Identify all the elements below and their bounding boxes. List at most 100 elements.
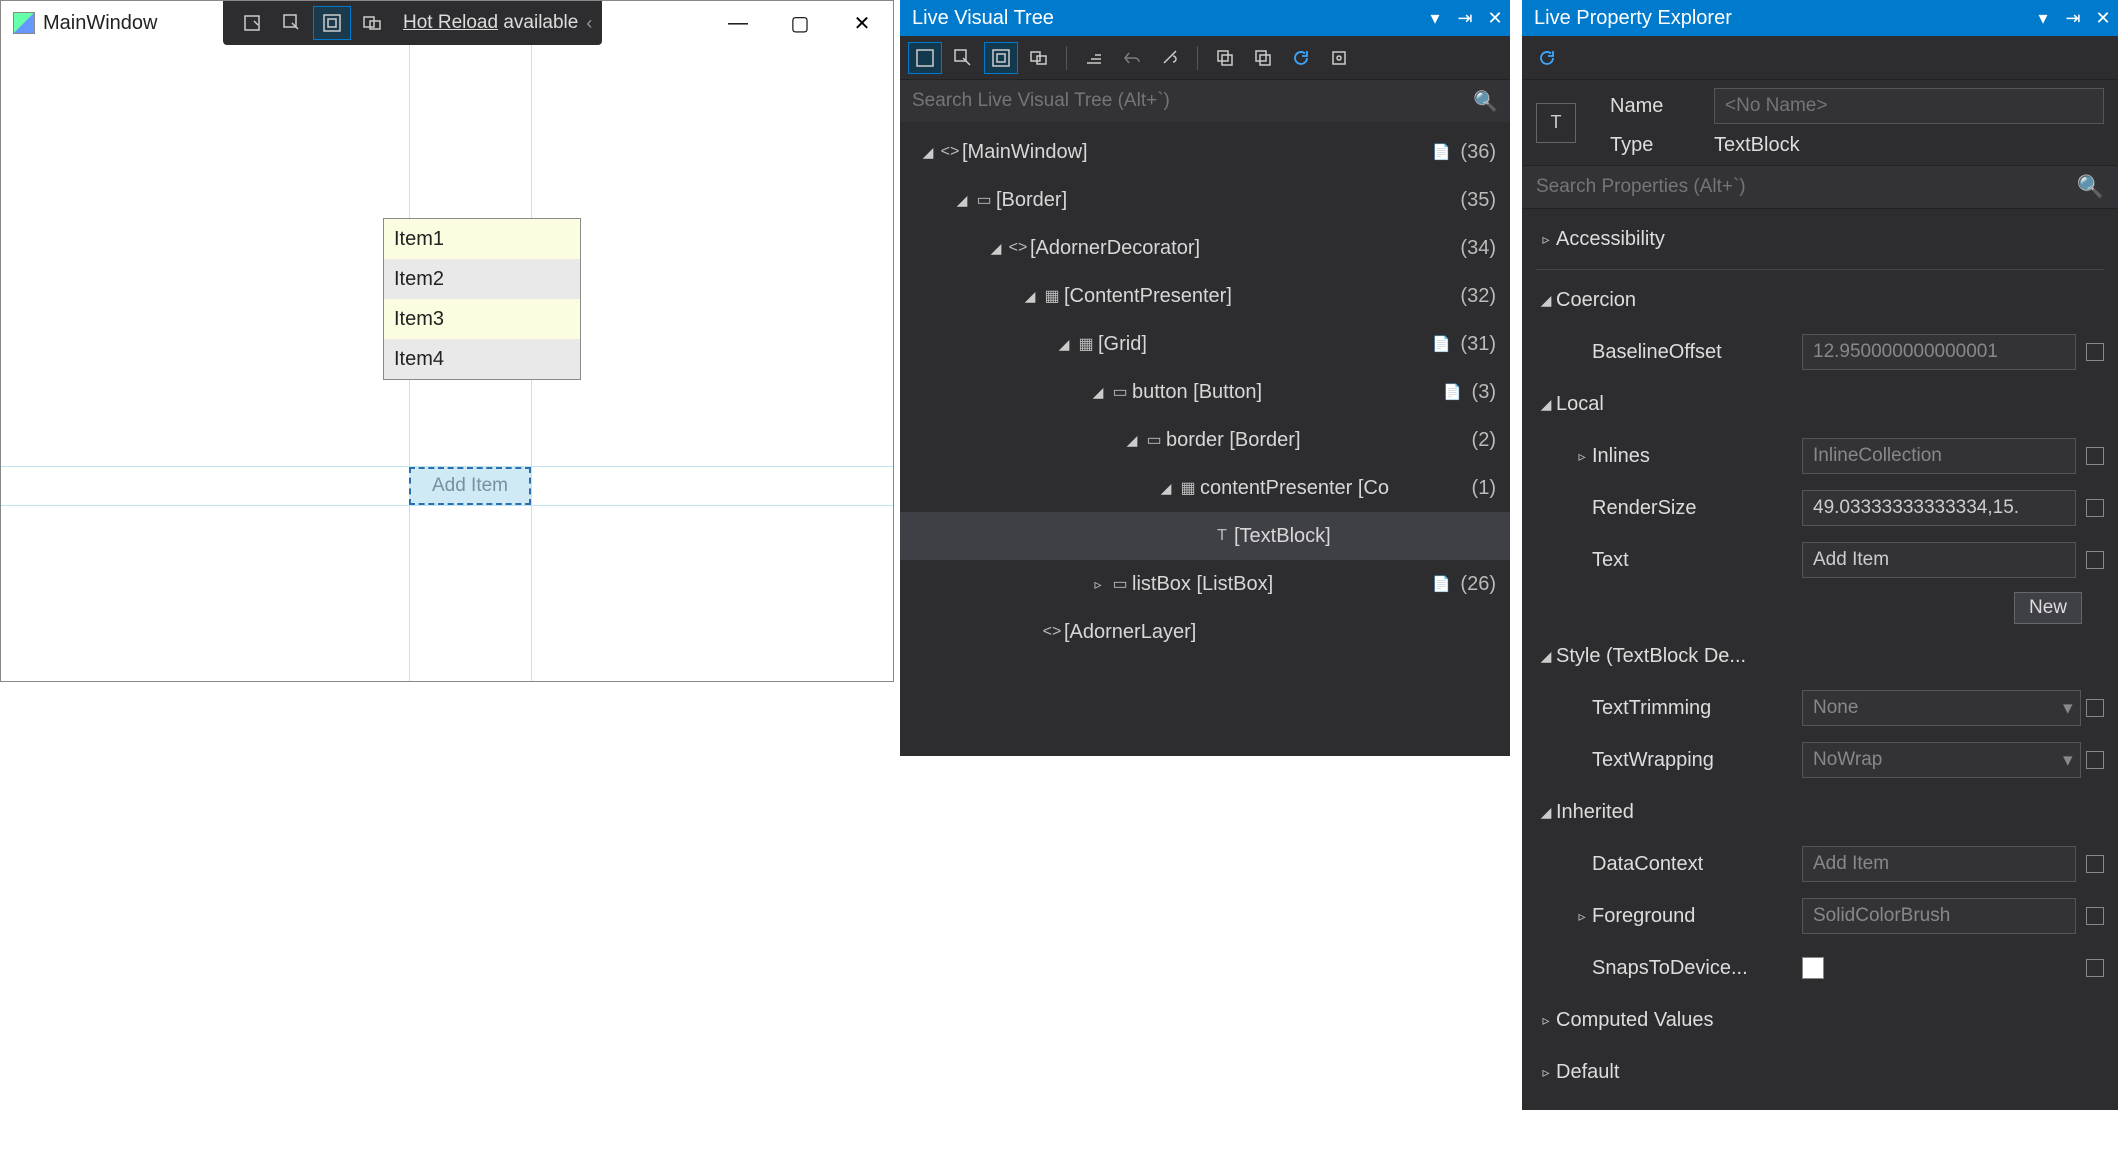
property-value[interactable]: 12.950000000000001 — [1802, 334, 2076, 370]
new-button[interactable]: New — [2014, 592, 2082, 624]
minimize-button[interactable]: — — [707, 1, 769, 45]
close-button[interactable]: ✕ — [831, 1, 893, 45]
property-marker-icon[interactable] — [2086, 447, 2104, 465]
property-marker-icon[interactable] — [2086, 855, 2104, 873]
property-category[interactable]: ◢Style (TextBlock De... — [1522, 630, 2118, 682]
expand-chevron-icon[interactable]: ◢ — [1536, 648, 1556, 665]
refresh-icon[interactable] — [1284, 42, 1318, 74]
expand-chevron-icon[interactable]: ◢ — [986, 240, 1006, 257]
close-icon[interactable]: ✕ — [1480, 8, 1510, 29]
property-value[interactable]: SolidColorBrush — [1802, 898, 2076, 934]
property-value[interactable]: Add Item — [1802, 542, 2076, 578]
expand-chevron-icon[interactable]: ◢ — [1020, 288, 1040, 305]
property-category[interactable]: ▹Default — [1522, 1046, 2118, 1098]
tree-node[interactable]: ◢▦[Grid]📄(31) — [900, 320, 1510, 368]
listbox-item[interactable]: Item3 — [384, 299, 580, 339]
select-element-icon[interactable] — [273, 6, 311, 40]
listbox-item[interactable]: Item2 — [384, 259, 580, 299]
property-marker-icon[interactable] — [2086, 551, 2104, 569]
refresh-icon[interactable] — [1530, 42, 1564, 74]
expand-chevron-icon[interactable]: ◢ — [918, 144, 938, 161]
expand-chevron-icon[interactable]: ◢ — [1156, 480, 1176, 497]
auto-hide-icon[interactable]: ⇥ — [1450, 8, 1480, 29]
expand-chevron-icon[interactable]: ◢ — [1054, 336, 1074, 353]
tree-node[interactable]: ◢▭[Border](35) — [900, 176, 1510, 224]
expand-chevron-icon[interactable]: ◢ — [1536, 396, 1556, 413]
auto-hide-icon[interactable]: ⇥ — [2058, 8, 2088, 29]
expand-chevron-icon[interactable]: ▹ — [1572, 908, 1592, 925]
select-element-icon[interactable] — [946, 42, 980, 74]
expand-chevron-icon[interactable]: ◢ — [952, 192, 972, 209]
lpe-search-input[interactable] — [1536, 176, 2077, 198]
listbox-item[interactable]: Item1 — [384, 219, 580, 259]
expand-all-icon[interactable] — [1246, 42, 1280, 74]
property-category[interactable]: ◢Inherited — [1522, 786, 2118, 838]
chevron-left-icon[interactable]: ‹ — [586, 13, 592, 34]
property-marker-icon[interactable] — [2086, 699, 2104, 717]
property-marker-icon[interactable] — [2086, 499, 2104, 517]
property-value[interactable]: Add Item — [1802, 846, 2076, 882]
view-source-icon[interactable]: 📄 — [1430, 575, 1452, 593]
property-value[interactable]: None — [1802, 690, 2081, 726]
maximize-button[interactable]: ▢ — [769, 1, 831, 45]
display-layout-adorners-icon[interactable] — [984, 42, 1018, 74]
property-category[interactable]: ▹Accessibility — [1522, 213, 2118, 265]
show-in-app-toolbar-icon[interactable] — [908, 42, 942, 74]
expand-chevron-icon[interactable]: ◢ — [1122, 432, 1142, 449]
view-source-icon[interactable]: 📄 — [1430, 143, 1452, 161]
tree-node[interactable]: ◢<>[MainWindow]📄(36) — [900, 128, 1510, 176]
expand-chevron-icon[interactable]: ◢ — [1536, 292, 1556, 309]
property-value[interactable]: NoWrap — [1802, 742, 2081, 778]
view-source-icon[interactable]: 📄 — [1442, 383, 1464, 401]
close-icon[interactable]: ✕ — [2088, 8, 2118, 29]
name-input[interactable] — [1714, 88, 2104, 124]
track-focused-element-icon[interactable] — [1022, 42, 1056, 74]
tree-node[interactable]: ◢▭button [Button]📄(3) — [900, 368, 1510, 416]
listbox-item[interactable]: Item4 — [384, 339, 580, 379]
settings-icon[interactable] — [1153, 42, 1187, 74]
dropdown-icon[interactable]: ▾ — [2059, 697, 2076, 720]
filter-icon[interactable] — [1322, 42, 1356, 74]
tree-node[interactable]: ◢▦contentPresenter [Co(1) — [900, 464, 1510, 512]
property-value[interactable]: 49.03333333333334,15. — [1802, 490, 2076, 526]
display-layout-adorners-icon[interactable] — [313, 6, 351, 40]
property-category[interactable]: ◢Local — [1522, 378, 2118, 430]
property-marker-icon[interactable] — [2086, 343, 2104, 361]
expand-chevron-icon[interactable]: ▹ — [1088, 576, 1108, 593]
search-icon[interactable]: 🔍 — [2077, 174, 2104, 200]
lpe-search[interactable]: 🔍 — [1522, 165, 2118, 209]
property-marker-icon[interactable] — [2086, 907, 2104, 925]
preview-selection-icon[interactable] — [1077, 42, 1111, 74]
lvt-search-input[interactable] — [912, 90, 1473, 112]
hot-reload-label[interactable]: Hot Reload available — [403, 12, 578, 34]
view-source-icon[interactable]: 📄 — [1430, 335, 1452, 353]
property-value[interactable]: InlineCollection — [1802, 438, 2076, 474]
expand-chevron-icon[interactable]: ▹ — [1536, 1012, 1556, 1029]
expand-chevron-icon[interactable]: ▹ — [1572, 448, 1592, 465]
tree-node[interactable]: ◢▭border [Border](2) — [900, 416, 1510, 464]
dropdown-icon[interactable]: ▾ — [2059, 749, 2076, 772]
expand-chevron-icon[interactable]: ▹ — [1536, 231, 1556, 248]
property-category[interactable]: ▹Computed Values — [1522, 994, 2118, 1046]
tree-node[interactable]: ▹▭listBox [ListBox]📄(26) — [900, 560, 1510, 608]
property-marker-icon[interactable] — [2086, 959, 2104, 977]
listbox[interactable]: Item1Item2Item3Item4 — [383, 218, 581, 380]
undo-icon[interactable] — [1115, 42, 1149, 74]
expand-chevron-icon[interactable]: ◢ — [1088, 384, 1108, 401]
expand-chevron-icon[interactable]: ▹ — [1536, 1064, 1556, 1081]
tree-node[interactable]: <>[AdornerLayer] — [900, 608, 1510, 656]
property-category[interactable]: ◢Coercion — [1522, 274, 2118, 326]
window-position-icon[interactable]: ▾ — [2028, 8, 2058, 29]
add-item-button[interactable]: Add Item — [409, 467, 531, 505]
tree-node[interactable]: ◢<>[AdornerDecorator](34) — [900, 224, 1510, 272]
expand-chevron-icon[interactable]: ◢ — [1536, 804, 1556, 821]
property-marker-icon[interactable] — [2086, 751, 2104, 769]
search-icon[interactable]: 🔍 — [1473, 89, 1498, 114]
color-swatch[interactable] — [1802, 957, 1824, 979]
track-focused-element-icon[interactable] — [353, 6, 391, 40]
tree-node[interactable]: ◢▦[ContentPresenter](32) — [900, 272, 1510, 320]
lvt-search[interactable]: 🔍 — [900, 80, 1510, 122]
collapse-all-icon[interactable] — [1208, 42, 1242, 74]
go-to-live-visual-tree-icon[interactable] — [233, 6, 271, 40]
window-position-icon[interactable]: ▾ — [1420, 8, 1450, 29]
